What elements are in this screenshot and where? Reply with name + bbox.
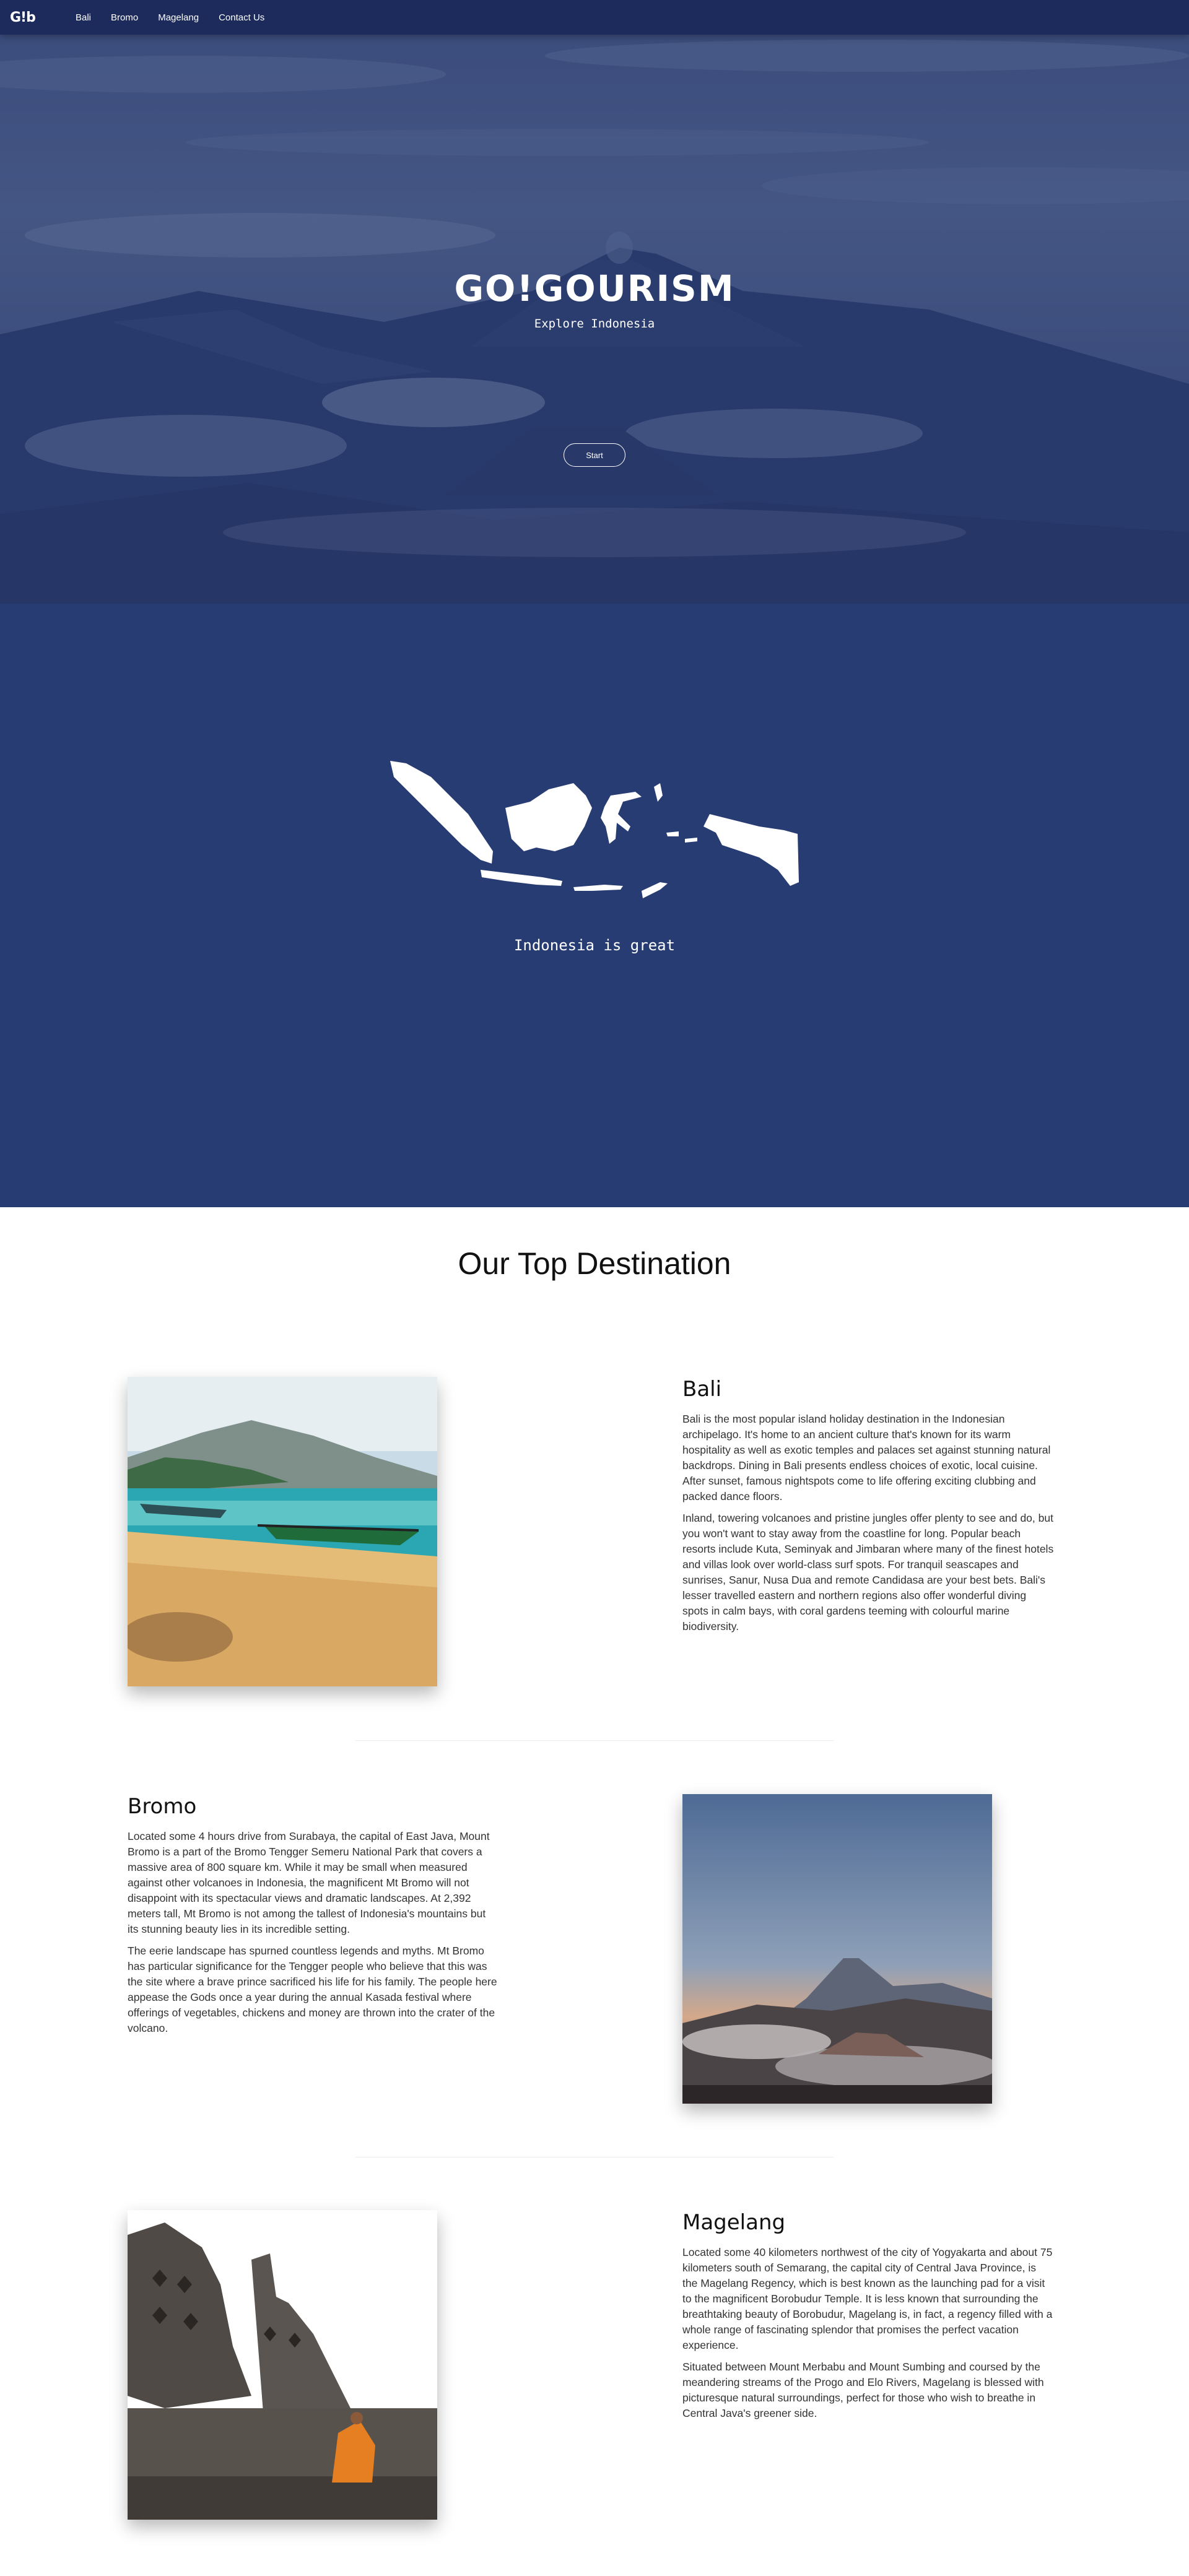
indonesia-map-icon: [390, 761, 799, 898]
map-caption: Indonesia is great: [513, 937, 676, 954]
nav-menu: Bali Bromo Magelang Contact Us: [76, 12, 264, 23]
magelang-paragraph-1: Located some 40 kilometers northwest of …: [682, 2246, 1053, 2351]
destination-title-bromo: Bromo: [128, 1794, 197, 1819]
section-divider: [355, 2157, 834, 2158]
section-title-top-destination: Our Top Destination: [458, 1246, 731, 1281]
indonesia-map-section: Indonesia is great: [0, 604, 1189, 1207]
nav-item-bali[interactable]: Bali: [76, 12, 91, 23]
destination-title-magelang: Magelang: [682, 2210, 786, 2235]
nav-item-magelang[interactable]: Magelang: [158, 12, 199, 23]
bromo-paragraph-1: Located some 4 hours drive from Surabaya…: [128, 1830, 490, 1935]
hero-tagline: Explore Indonesia: [534, 317, 655, 331]
bali-photo: [128, 1377, 437, 1686]
section-divider: [355, 1740, 834, 1741]
site-logo[interactable]: G!b: [10, 10, 56, 25]
nav-item-bromo[interactable]: Bromo: [111, 12, 138, 23]
nav-item-contact-us[interactable]: Contact Us: [219, 12, 264, 23]
bali-paragraph-1: Bali is the most popular island holiday …: [682, 1413, 1051, 1503]
destination-title-bali: Bali: [682, 1377, 722, 1402]
hero-brand-title: GO!GOURISM: [454, 267, 735, 310]
hero-section: GO!GOURISM Explore Indonesia Start: [0, 0, 1189, 604]
bromo-paragraph-2: The eerie landscape has spurned countles…: [128, 1945, 497, 2034]
bali-paragraph-2: Inland, towering volcanoes and pristine …: [682, 1512, 1054, 1633]
destination-description-bali: Bali is the most popular island holiday …: [682, 1412, 1054, 1634]
top-navbar: G!b Bali Bromo Magelang Contact Us: [0, 0, 1189, 35]
start-button[interactable]: Start: [564, 443, 625, 467]
bromo-photo: [682, 1794, 992, 2104]
magelang-photo: [128, 2210, 437, 2520]
magelang-paragraph-2: Situated between Mount Merbabu and Mount…: [682, 2361, 1044, 2419]
destination-description-magelang: Located some 40 kilometers northwest of …: [682, 2245, 1054, 2421]
destination-description-bromo: Located some 4 hours drive from Surabaya…: [128, 1829, 499, 2036]
